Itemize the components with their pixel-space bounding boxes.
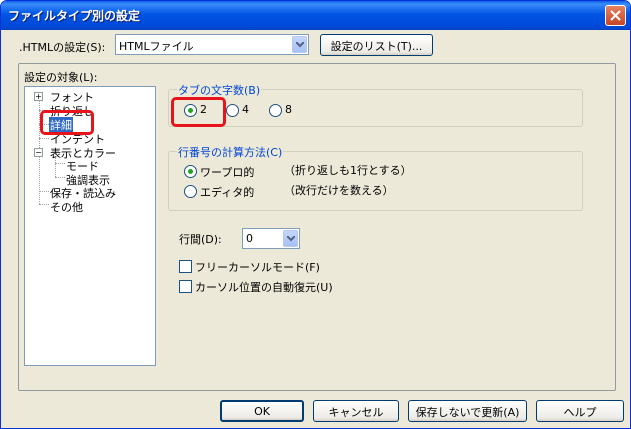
update-without-save-button[interactable]: 保存しないで更新(A)	[408, 400, 527, 422]
help-label: ヘルプ	[563, 406, 597, 419]
close-icon	[610, 10, 621, 21]
settings-list-button[interactable]: 設定のリスト(T)...	[320, 34, 433, 56]
collapse-icon[interactable]: −	[34, 148, 43, 157]
ok-button[interactable]: OK	[220, 400, 304, 422]
spacing-select[interactable]: 0	[242, 228, 300, 249]
wordpro-label[interactable]: ワープロ的	[200, 164, 254, 180]
editor-radio[interactable]	[184, 185, 197, 198]
tab-4-radio[interactable]	[226, 104, 239, 117]
cancel-label: キャンセル	[328, 406, 384, 419]
wordpro-radio[interactable]	[184, 165, 197, 178]
title-bar[interactable]: ファイルタイプ別の設定	[1, 1, 630, 30]
auto-restore-label[interactable]: カーソル位置の自動復元(U)	[195, 279, 333, 295]
ok-label: OK	[254, 405, 270, 418]
tab-8-label[interactable]: 8	[285, 103, 292, 116]
tree-item-other[interactable]: その他	[50, 199, 83, 215]
expand-icon[interactable]: +	[34, 92, 43, 101]
spacing-value: 0	[246, 232, 253, 245]
tab-chars-title: タブの文字数(B)	[177, 82, 262, 98]
window-title: ファイルタイプ別の設定	[8, 9, 141, 23]
tab-4-label[interactable]: 4	[242, 103, 249, 116]
update-label: 保存しないで更新(A)	[415, 406, 520, 419]
close-button[interactable]	[605, 5, 626, 26]
wordpro-desc: （折り返しも1行とする）	[284, 164, 412, 177]
line-calc-group	[168, 151, 583, 211]
filetype-select[interactable]: HTMLファイル	[115, 34, 309, 55]
free-cursor-label[interactable]: フリーカーソルモード(F)	[195, 259, 320, 275]
auto-restore-checkbox[interactable]	[179, 280, 192, 293]
settings-dialog: ファイルタイプ別の設定 .HTMLの設定(S): HTMLファイル 設定のリスト…	[0, 0, 631, 429]
chevron-down-icon[interactable]	[283, 230, 298, 247]
chevron-down-icon[interactable]	[292, 36, 307, 53]
editor-label[interactable]: エディタ的	[200, 184, 254, 200]
cancel-button[interactable]: キャンセル	[313, 400, 399, 422]
line-calc-title: 行番号の計算方法(C)	[177, 144, 284, 160]
highlight-annotation-tab	[171, 97, 226, 127]
filetype-value: HTMLファイル	[119, 40, 194, 53]
free-cursor-checkbox[interactable]	[179, 260, 192, 273]
tab-8-radio[interactable]	[269, 104, 282, 117]
highlight-annotation	[40, 110, 94, 135]
spacing-label: 行間(D):	[179, 233, 222, 246]
settings-list-label: 設定のリスト(T)...	[330, 40, 423, 53]
editor-desc: （改行だけを数える）	[284, 184, 394, 197]
settings-label: .HTMLの設定(S):	[19, 41, 106, 54]
help-button[interactable]: ヘルプ	[536, 400, 624, 422]
tree-label: 設定の対象(L):	[24, 71, 98, 84]
